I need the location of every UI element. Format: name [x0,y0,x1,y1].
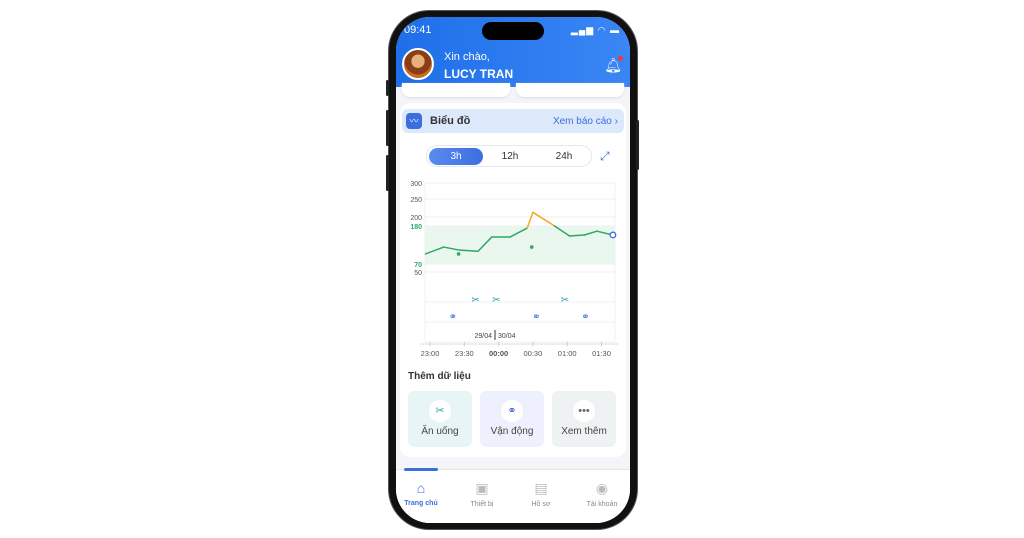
x-tick-label: 23:30 [455,349,474,358]
x-tick-label: 01:00 [558,349,577,358]
phone-button [386,80,389,96]
phone-button [386,110,389,146]
x-tick-label: 00:30 [524,349,543,358]
phone-button [636,120,639,170]
date-label: 29/04 [474,333,492,340]
see-more-button[interactable]: ••• Xem thêm [552,391,616,447]
y-tick-label: 250 [410,197,422,204]
nav-account[interactable]: ◉ Tài khoản [577,480,627,508]
home-icon: ⌂ [416,480,426,496]
add-meal-button[interactable]: ✂ Ăn uống [408,391,472,447]
clipboard-icon: ▤ [534,480,548,496]
reading-marker [456,252,461,256]
series-segment [458,249,479,252]
device-icon: ▣ [475,480,489,496]
exercise-event-icon: ⚭ [581,312,589,323]
y-tick-label: 50 [414,270,422,277]
active-indicator [404,468,438,471]
exercise-event-icon: ⚭ [532,312,540,323]
phone-button [386,155,389,191]
series-segment [532,211,556,227]
y-tick-label: 300 [410,181,422,188]
tile-label: Ăn uống [421,426,459,437]
nav-home[interactable]: ⌂ Trang chủ [396,480,446,507]
meal-event-icon: ✂ [492,295,500,306]
meal-event-icon: ✂ [472,295,480,306]
app-screen: 09:41 ▂▄▆ ◠ ▬ Xin chào, LUCY TRAN 🔔︎ 〰 B… [396,17,630,523]
nav-profile[interactable]: ▤ Hồ sơ [516,480,566,508]
x-tick-label: 01:30 [592,349,611,358]
more-icon: ••• [573,400,595,422]
bottom-nav: ⌂ Trang chủ ▣ Thiết bị ▤ Hồ sơ ◉ Tài khoản [396,468,630,523]
glucose-chart: 300 250 200 180 7050 ✂ ✂ ✂ ⚭ ⚭ ⚭ 29/04 30/04 23:00 23:… [410,181,618,358]
x-tick-label: 00:00 [489,349,508,358]
y-tick-label: 70 [414,262,422,269]
series-segment [568,234,586,237]
tile-label: Vận động [490,426,534,437]
meal-event-icon: ✂ [561,295,569,306]
reading-marker [529,245,534,249]
nav-device[interactable]: ▣ Thiết bị [457,480,507,508]
exercise-event-icon: ⚭ [449,312,457,323]
nav-label: Thiết bị [470,501,494,508]
nav-label: Hồ sơ [531,501,551,508]
add-data-title: Thêm dữ liệu [408,371,471,382]
account-icon: ◉ [595,480,609,496]
y-tick-label: 200 [410,215,422,222]
nav-label: Tài khoản [586,501,618,508]
nav-label: Trang chủ [404,500,438,507]
y-tick-label: 180 [410,224,422,231]
dumbbell-icon: ⚭ [501,400,523,422]
current-point [609,231,617,239]
tile-label: Xem thêm [561,426,607,437]
fork-spoon-icon: ✂ [429,400,451,422]
date-label: 30/04 [498,333,516,340]
add-exercise-button[interactable]: ⚭ Vận động [480,391,544,447]
x-tick-label: 23:00 [421,349,440,358]
